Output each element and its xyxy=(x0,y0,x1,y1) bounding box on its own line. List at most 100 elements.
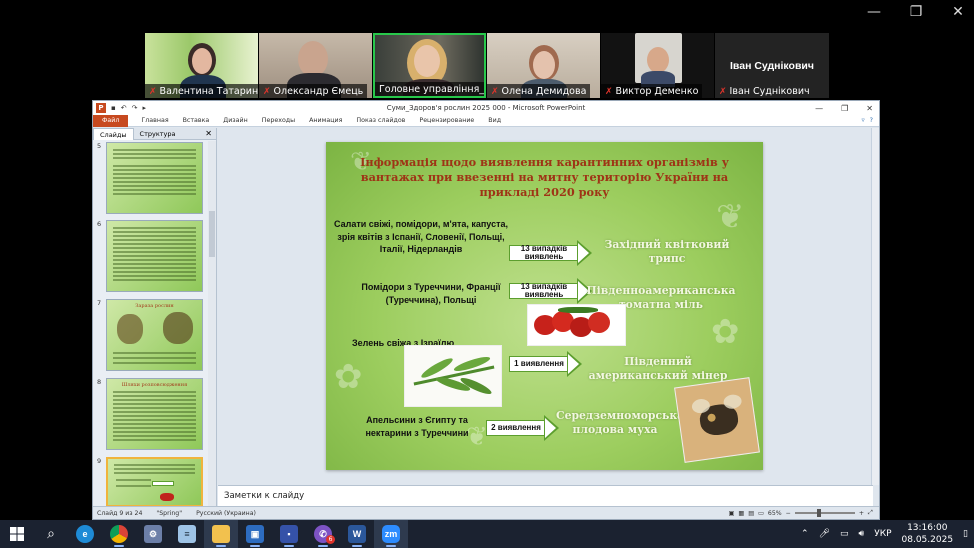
ribbon-expand-icon[interactable]: ▿ xyxy=(861,117,864,124)
ppt-title-bar: P ▪ ↶ ↷ ▸ Суми_Здоров'я рослин 2025 000 … xyxy=(93,101,879,115)
participant-tile[interactable]: ✗Валентина Татаринова xyxy=(145,33,258,98)
tab-view[interactable]: Вид xyxy=(481,117,508,124)
participant-display-name: Іван Суднікович xyxy=(730,60,814,72)
reading-view-icon[interactable]: ▤ xyxy=(748,510,754,517)
help-icon[interactable]: ? xyxy=(870,117,873,124)
slide-scrollbar[interactable] xyxy=(871,128,879,485)
sorter-view-icon[interactable]: ▦ xyxy=(738,510,744,517)
save-disk-icon[interactable]: ▪ xyxy=(272,520,306,548)
participant-tile[interactable]: ✗ Олександр Ємець xyxy=(259,33,372,98)
butterfly-decoration-icon: ✿ xyxy=(711,312,740,352)
thumbnail-image[interactable]: Шляхи розповсюдження xyxy=(106,378,203,450)
language-indicator[interactable]: Русский (Украина) xyxy=(196,510,256,517)
tab-review[interactable]: Рецензирование xyxy=(412,117,481,124)
participant-tile[interactable]: Іван Суднікович ✗ Іван Суднікович xyxy=(715,33,829,98)
normal-view-icon[interactable]: ▣ xyxy=(728,510,734,517)
volume-icon[interactable]: 🔊︎ xyxy=(859,529,865,539)
tray-overflow-icon[interactable]: ⌃ xyxy=(801,529,809,539)
ppt-close-button[interactable]: ✕ xyxy=(866,104,873,113)
tomatoes-photo xyxy=(527,304,626,346)
tab-file[interactable]: Файл xyxy=(93,114,129,127)
start-button[interactable] xyxy=(0,520,34,548)
slide-thumbnail[interactable]: 7 Зараза рослин xyxy=(96,299,204,373)
slide-thumbnail[interactable]: 5 xyxy=(96,142,204,216)
slides-pane: Слайды Структура ✕ 5 6 7 Зараза рослин 8… xyxy=(93,127,217,507)
tab-insert[interactable]: Вставка xyxy=(176,117,217,124)
ppt-restore-button[interactable]: ❐ xyxy=(841,104,848,113)
powerpoint-logo-icon: P xyxy=(96,103,106,113)
thumbnail-number: 7 xyxy=(97,299,102,307)
tab-slideshow[interactable]: Показ слайдов xyxy=(349,117,412,124)
slide-thumbnail[interactable]: 6 xyxy=(96,220,204,294)
thumbnail-image[interactable] xyxy=(106,142,203,214)
slide-thumbnail[interactable]: 8 Шляхи розповсюдження xyxy=(96,378,204,452)
notes-pane[interactable]: Заметки к слайду xyxy=(218,485,873,507)
mic-off-icon: ✗ xyxy=(719,86,727,97)
undo-icon[interactable]: ↶ xyxy=(121,104,127,112)
chrome-icon[interactable] xyxy=(102,520,136,548)
save-icon[interactable]: ▪ xyxy=(111,104,116,112)
fruit-fly-photo xyxy=(674,377,760,463)
status-bar: Слайд 9 из 24 "Spring" Русский (Украина)… xyxy=(93,506,879,519)
thumbnail-image[interactable]: Зараза рослин xyxy=(106,299,203,371)
redo-icon[interactable]: ↷ xyxy=(132,104,138,112)
mic-off-icon: ✗ xyxy=(605,86,613,97)
thumbnail-image[interactable] xyxy=(106,220,203,292)
slides-pane-scrollbar[interactable] xyxy=(208,141,216,507)
remote-desktop-icon[interactable]: ▣ xyxy=(238,520,272,548)
viber-icon[interactable]: ✆ 6 xyxy=(306,520,340,548)
start-show-icon[interactable]: ▸ xyxy=(143,104,147,112)
tab-transitions[interactable]: Переходы xyxy=(255,117,302,124)
notifications-icon[interactable]: ▯ xyxy=(963,529,968,539)
word-icon[interactable]: W xyxy=(340,520,374,548)
network-icon[interactable]: ▭ xyxy=(840,529,849,539)
app-icon[interactable]: ⚙ xyxy=(136,520,170,548)
ppt-minimize-button[interactable]: — xyxy=(815,104,823,113)
participant-name: ✗ Олександр Ємець xyxy=(259,84,368,98)
participant-tile[interactable]: ✗ Виктор Деменко xyxy=(601,33,714,98)
tab-slides[interactable]: Слайды xyxy=(93,127,134,140)
thumbnail-image[interactable] xyxy=(106,457,203,507)
clock[interactable]: 13:16:00 08.05.2025 xyxy=(902,522,954,546)
tab-animation[interactable]: Анимация xyxy=(302,117,349,124)
window-controls: — ❐ ✕ xyxy=(866,4,966,20)
zoom-out-icon[interactable]: − xyxy=(786,510,791,517)
slideshow-view-icon[interactable]: ▭ xyxy=(758,510,764,517)
zoom-level[interactable]: 65% xyxy=(768,510,782,517)
tab-outline[interactable]: Структура xyxy=(134,128,182,140)
participant-tile-active[interactable]: Головне управління_Де... xyxy=(373,33,486,98)
fit-slide-icon[interactable]: ⤢ xyxy=(868,509,873,517)
tab-home[interactable]: Главная xyxy=(134,117,175,124)
zoom-in-icon[interactable]: + xyxy=(859,510,864,517)
microphone-icon[interactable]: 🎤︎ xyxy=(819,529,830,539)
quick-access-toolbar: P ▪ ↶ ↷ ▸ xyxy=(93,103,146,113)
keyboard-language[interactable]: УКР xyxy=(874,529,891,539)
source-text: Салати свіжі, помідори, м'ята, капуста, … xyxy=(333,219,509,254)
tab-design[interactable]: Дизайн xyxy=(216,117,254,124)
search-icon[interactable]: ⌕ xyxy=(34,520,68,548)
powerpoint-window: P ▪ ↶ ↷ ▸ Суми_Здоров'я рослин 2025 000 … xyxy=(92,100,880,520)
system-tray: ⌃ 🎤︎ ▭ 🔊︎ УКР 13:16:00 08.05.2025 ▯ xyxy=(801,522,974,546)
pane-tabs: Слайды Структура ✕ xyxy=(93,127,216,140)
organism-label: Середземноморська плодова муха xyxy=(556,409,685,436)
thumbnail-number: 5 xyxy=(97,142,102,150)
minimize-button[interactable]: — xyxy=(866,4,882,20)
source-text: Апельсини з Єгипту та нектарини з Туречч… xyxy=(365,415,469,438)
slide[interactable]: ✿ ❦ ❦ ✿ ❦ Інформація щодо виявлення кара… xyxy=(326,142,763,470)
close-button[interactable]: ✕ xyxy=(950,4,966,20)
restore-button[interactable]: ❐ xyxy=(908,4,924,20)
participant-tile[interactable]: ✗ Олена Демидова xyxy=(487,33,600,98)
thumbnail-number: 6 xyxy=(97,220,102,228)
zoom-slider[interactable] xyxy=(794,509,855,517)
ppt-window-title: Суми_Здоров'я рослин 2025 000 - Microsof… xyxy=(386,104,586,112)
greens-photo xyxy=(404,345,502,407)
clock-time: 13:16:00 xyxy=(907,523,948,533)
participant-name: ✗ Іван Суднікович xyxy=(719,86,810,97)
thumbnail-number: 8 xyxy=(97,378,102,386)
file-explorer-icon[interactable] xyxy=(204,520,238,548)
count-arrow: 13 випадків виявлень xyxy=(509,240,592,266)
close-pane-icon[interactable]: ✕ xyxy=(205,129,216,138)
zoom-taskbar-icon[interactable]: zm xyxy=(374,520,408,548)
edge-icon[interactable]: e xyxy=(68,520,102,548)
notepad-icon[interactable]: ≡ xyxy=(170,520,204,548)
